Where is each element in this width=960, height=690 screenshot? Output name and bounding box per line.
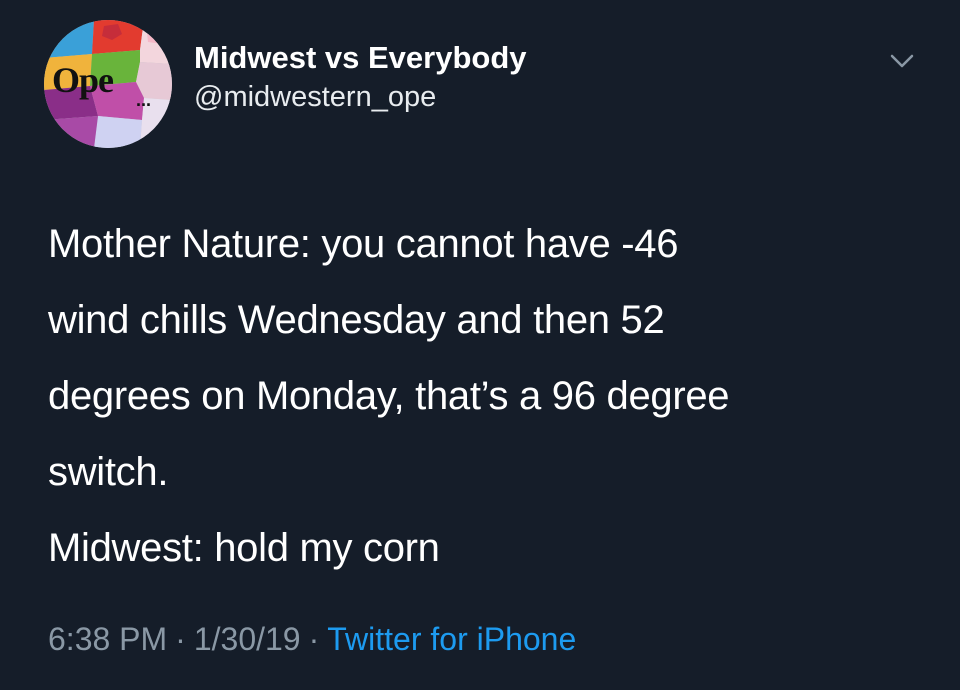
midwest-map-avatar-icon: Ope ... <box>44 20 172 148</box>
tweet-meta: 6:38 PM · 1/30/19 · Twitter for iPhone <box>48 617 576 661</box>
tweet-date[interactable]: 1/30/19 <box>194 621 301 657</box>
tweet-text-line: switch. <box>48 450 169 494</box>
tweet-source-link[interactable]: Twitter for iPhone <box>327 621 576 657</box>
tweet-text-line: Mother Nature: you cannot have -46 <box>48 222 679 266</box>
author-display-name[interactable]: Midwest vs Everybody <box>194 38 527 78</box>
author-block[interactable]: Midwest vs Everybody @midwestern_ope <box>194 38 527 115</box>
meta-separator: · <box>308 621 320 657</box>
author-handle[interactable]: @midwestern_ope <box>194 79 527 115</box>
tweet-time[interactable]: 6:38 PM <box>48 621 167 657</box>
tweet-card: Ope ... Midwest vs Everybody @midwestern… <box>0 0 960 690</box>
profile-avatar[interactable]: Ope ... <box>44 20 172 148</box>
meta-separator: · <box>175 621 186 657</box>
chevron-down-icon <box>890 54 914 68</box>
svg-text:...: ... <box>136 90 151 110</box>
tweet-text-line: Midwest: hold my corn <box>48 526 440 570</box>
tweet-menu-button[interactable] <box>882 46 922 76</box>
tweet-text-line: degrees on Monday, that’s a 96 degree <box>48 374 730 418</box>
svg-text:Ope: Ope <box>52 60 114 100</box>
tweet-text-line: wind chills Wednesday and then 52 <box>48 298 665 342</box>
tweet-text: Mother Nature: you cannot have -46 wind … <box>48 206 928 586</box>
